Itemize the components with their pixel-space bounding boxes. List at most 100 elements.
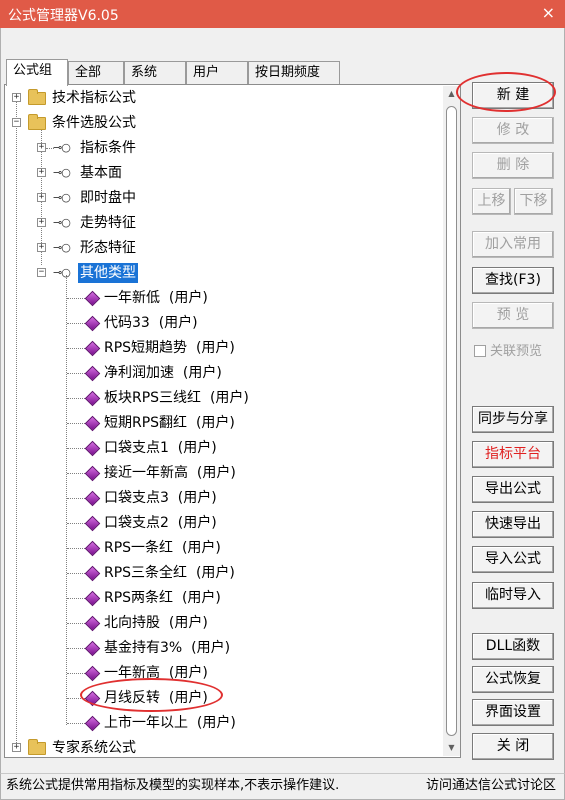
formula-item[interactable]: 口袋支点2 (用户): [5, 513, 435, 533]
tree-group-stock-screening[interactable]: − 条件选股公式: [5, 113, 435, 133]
quick-export-button[interactable]: 快速导出: [472, 511, 554, 538]
import-formula-button[interactable]: 导入公式: [472, 546, 554, 573]
find-button[interactable]: 查找(F3): [472, 267, 554, 294]
formula-item[interactable]: 净利润加速 (用户): [5, 363, 435, 383]
formula-gem-icon: [84, 415, 101, 432]
formula-item[interactable]: 板块RPS三线红 (用户): [5, 388, 435, 408]
formula-gem-icon: [84, 515, 101, 532]
collapse-icon[interactable]: −: [37, 268, 46, 277]
formula-item[interactable]: 口袋支点3 (用户): [5, 488, 435, 508]
sync-share-button[interactable]: 同步与分享: [472, 406, 554, 433]
preview-button[interactable]: 预 览: [472, 302, 554, 329]
formula-item[interactable]: 基金持有3% (用户): [5, 638, 435, 658]
indicator-platform-button[interactable]: 指标平台: [472, 441, 554, 468]
export-formula-button[interactable]: 导出公式: [472, 476, 554, 503]
tree-subgroup-label: 走势特征: [80, 215, 136, 231]
tree-subgroup[interactable]: + ⊸○ 指标条件: [5, 138, 435, 158]
move-up-button[interactable]: 上移: [472, 188, 511, 215]
scroll-down-arrow-icon[interactable]: ▼: [443, 740, 460, 756]
tab-user[interactable]: 用户: [186, 61, 248, 85]
formula-item-label: 口袋支点1 (用户): [104, 440, 217, 456]
formula-tree[interactable]: + 技术指标公式 − 条件选股公式 + ⊸○ 指标条件 + ⊸○ 基本面 + ⊸…: [4, 84, 461, 758]
key-icon: ⊸○: [53, 141, 71, 154]
dll-function-button[interactable]: DLL函数: [472, 633, 554, 660]
formula-item[interactable]: RPS一条红 (用户): [5, 538, 435, 558]
add-common-button[interactable]: 加入常用: [472, 231, 554, 258]
expand-icon[interactable]: +: [12, 93, 21, 102]
formula-item-label: RPS一条红 (用户): [104, 540, 221, 556]
formula-gem-icon: [84, 365, 101, 382]
folder-icon: [28, 89, 46, 105]
forum-link[interactable]: 访问通达信公式讨论区: [426, 774, 556, 798]
close-button[interactable]: 关 闭: [472, 733, 554, 760]
tab-system[interactable]: 系统: [124, 61, 186, 85]
formula-gem-icon: [84, 290, 101, 307]
formula-item[interactable]: 短期RPS翻红 (用户): [5, 413, 435, 433]
formula-gem-icon: [84, 615, 101, 632]
ui-settings-button[interactable]: 界面设置: [472, 699, 554, 726]
tree-subgroup[interactable]: + ⊸○ 形态特征: [5, 238, 435, 258]
formula-gem-icon: [84, 390, 101, 407]
close-icon[interactable]: ×: [542, 3, 555, 22]
formula-item-label: 北向持股 (用户): [104, 615, 208, 631]
delete-button[interactable]: 删 除: [472, 152, 554, 179]
tree-group-expert-system[interactable]: + 专家系统公式: [5, 738, 435, 757]
tree-subgroup[interactable]: + ⊸○ 走势特征: [5, 213, 435, 233]
tab-by-date-frequency[interactable]: 按日期频度: [248, 61, 340, 85]
formula-gem-icon: [84, 565, 101, 582]
formula-item[interactable]: 代码33 (用户): [5, 313, 435, 333]
checkbox-icon[interactable]: [474, 345, 486, 357]
tree-group-technical[interactable]: + 技术指标公式: [5, 88, 435, 108]
scroll-thumb[interactable]: [446, 106, 457, 736]
temp-import-button[interactable]: 临时导入: [472, 582, 554, 609]
vertical-scrollbar[interactable]: ▲ ▼: [443, 86, 460, 756]
tree-subgroup-label: 指标条件: [80, 140, 136, 156]
tree-subgroup[interactable]: + ⊸○ 即时盘中: [5, 188, 435, 208]
formula-item[interactable]: 一年新高 (用户): [5, 663, 435, 683]
formula-item-label: 板块RPS三线红 (用户): [104, 390, 249, 406]
formula-item[interactable]: 上市一年以上 (用户): [5, 713, 435, 733]
expand-icon[interactable]: +: [37, 243, 46, 252]
collapse-icon[interactable]: −: [12, 118, 21, 127]
formula-item-label: 口袋支点3 (用户): [104, 490, 217, 506]
formula-restore-button[interactable]: 公式恢复: [472, 666, 554, 693]
tree-group-label: 专家系统公式: [52, 740, 136, 756]
key-icon: ⊸○: [53, 266, 71, 279]
key-icon: ⊸○: [53, 166, 71, 179]
formula-item[interactable]: 口袋支点1 (用户): [5, 438, 435, 458]
move-down-button[interactable]: 下移: [514, 188, 553, 215]
linked-preview-label: 关联预览: [490, 344, 543, 359]
formula-item-label: RPS两条红 (用户): [104, 590, 221, 606]
formula-item-label: 一年新低 (用户): [104, 290, 208, 306]
expand-icon[interactable]: +: [37, 143, 46, 152]
formula-item-label: RPS短期趋势 (用户): [104, 340, 235, 356]
formula-item[interactable]: 一年新低 (用户): [5, 288, 435, 308]
expand-icon[interactable]: +: [37, 218, 46, 227]
formula-item[interactable]: RPS三条全红 (用户): [5, 563, 435, 583]
annotation-circle-new: [456, 72, 556, 112]
expand-icon[interactable]: +: [12, 743, 21, 752]
tree-subgroup-label: 形态特征: [80, 240, 136, 256]
tab-all[interactable]: 全部: [68, 61, 124, 85]
formula-item-label: 接近一年新高 (用户): [104, 465, 236, 481]
formula-item-label: 代码33 (用户): [104, 315, 198, 331]
tree-group-label: 条件选股公式: [52, 115, 136, 131]
linked-preview-checkbox[interactable]: 关联预览: [474, 340, 542, 359]
expand-icon[interactable]: +: [37, 168, 46, 177]
formula-item[interactable]: 北向持股 (用户): [5, 613, 435, 633]
formula-item[interactable]: RPS短期趋势 (用户): [5, 338, 435, 358]
formula-item[interactable]: 接近一年新高 (用户): [5, 463, 435, 483]
formula-gem-icon: [84, 640, 101, 657]
tree-subgroup-label: 其他类型: [78, 263, 138, 283]
formula-gem-icon: [84, 340, 101, 357]
expand-icon[interactable]: +: [37, 193, 46, 202]
formula-item-label: 短期RPS翻红 (用户): [104, 415, 235, 431]
tab-formula-group[interactable]: 公式组: [6, 59, 68, 86]
title-bar: 公式管理器V6.05 ×: [0, 0, 565, 28]
modify-button[interactable]: 修 改: [472, 117, 554, 144]
formula-item[interactable]: RPS两条红 (用户): [5, 588, 435, 608]
formula-item-label: RPS三条全红 (用户): [104, 565, 235, 581]
tree-subgroup[interactable]: + ⊸○ 基本面: [5, 163, 435, 183]
tree-subgroup-selected[interactable]: − ⊸○ 其他类型: [5, 263, 435, 283]
formula-gem-icon: [84, 490, 101, 507]
